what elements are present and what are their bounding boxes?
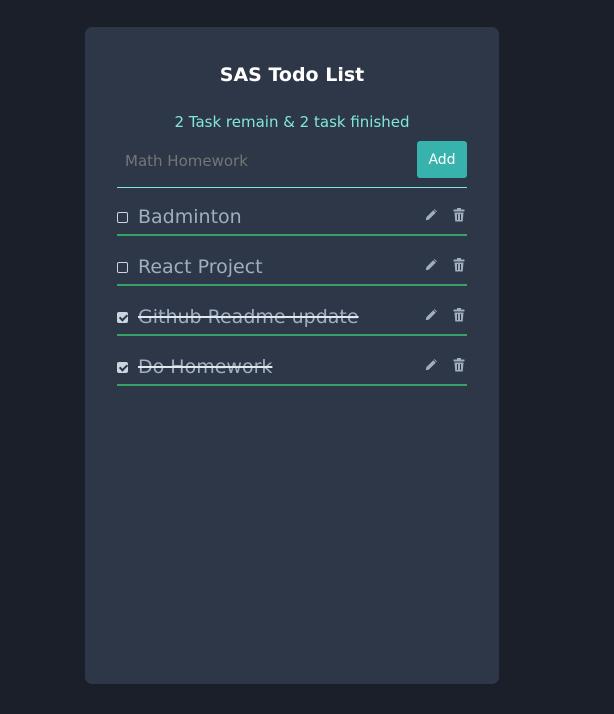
- todo-checkbox[interactable]: [117, 312, 128, 323]
- todo-card: SAS Todo List 2 Task remain & 2 task fin…: [85, 27, 499, 684]
- app-title: SAS Todo List: [219, 64, 365, 86]
- todo-checkbox[interactable]: [117, 362, 128, 373]
- pencil-icon[interactable]: [423, 257, 439, 273]
- todo-item: Github Readme update: [117, 299, 467, 336]
- todo-item: Do Homework: [117, 349, 467, 386]
- todo-input[interactable]: [117, 145, 417, 177]
- todo-label: React Project: [138, 256, 263, 278]
- todo-checkbox[interactable]: [117, 212, 128, 223]
- trash-icon[interactable]: [451, 207, 467, 223]
- pencil-icon[interactable]: [423, 307, 439, 323]
- add-todo-form: Add: [117, 141, 467, 188]
- add-button[interactable]: Add: [417, 141, 467, 178]
- task-status: 2 Task remain & 2 task finished: [174, 113, 410, 131]
- todo-label: Github Readme update: [138, 306, 359, 328]
- todo-checkbox[interactable]: [117, 262, 128, 273]
- todo-list: Badminton React Project Github Readme up…: [117, 199, 467, 399]
- pencil-icon[interactable]: [423, 207, 439, 223]
- trash-icon[interactable]: [451, 257, 467, 273]
- todo-item: React Project: [117, 249, 467, 286]
- pencil-icon[interactable]: [423, 357, 439, 373]
- todo-label: Do Homework: [138, 356, 273, 378]
- trash-icon[interactable]: [451, 357, 467, 373]
- trash-icon[interactable]: [451, 307, 467, 323]
- todo-label: Badminton: [138, 206, 242, 228]
- todo-item: Badminton: [117, 199, 467, 236]
